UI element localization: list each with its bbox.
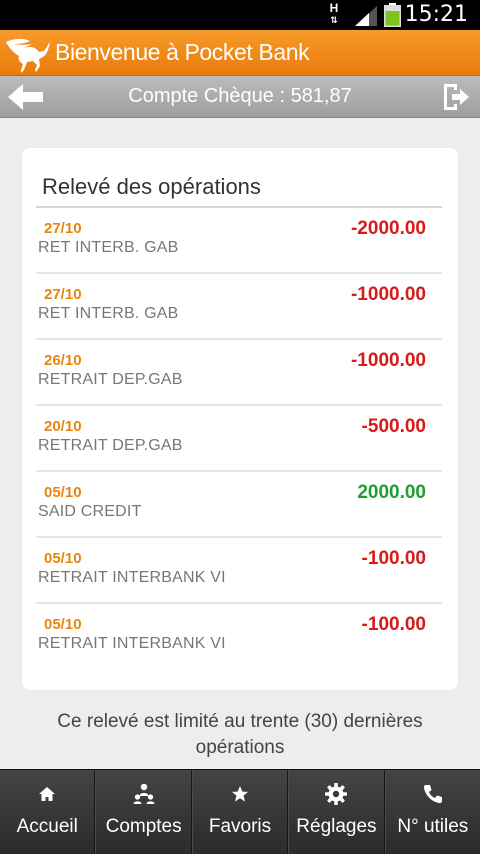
pegasus-logo-icon bbox=[6, 38, 50, 73]
operation-amount: -1000.00 bbox=[350, 350, 426, 371]
tab-label: N° utiles bbox=[397, 816, 469, 837]
tab-numeros-utiles[interactable]: N° utiles bbox=[384, 770, 480, 854]
bottom-tab-bar: Accueil Comptes Favoris Réglages N° util… bbox=[0, 769, 480, 854]
operation-label: RETRAIT INTERBANK VI bbox=[38, 635, 226, 652]
network-type-indicator: H ⇅ bbox=[329, 1, 339, 25]
tab-label: Accueil bbox=[16, 816, 78, 837]
tab-favoris[interactable]: Favoris bbox=[191, 770, 289, 854]
operation-amount: -100.00 bbox=[361, 614, 426, 635]
operation-amount: -500.00 bbox=[361, 416, 426, 437]
operation-date: 26/10 bbox=[44, 352, 82, 369]
clock: 15:21 bbox=[404, 2, 468, 27]
tab-label: Comptes bbox=[105, 816, 182, 837]
statement-heading: Relevé des opérations bbox=[42, 174, 261, 199]
app-title: Bienvenue à Pocket Bank bbox=[55, 39, 310, 65]
operation-label: RETRAIT INTERBANK VI bbox=[38, 569, 226, 586]
statement-card: Relevé des opérations 27/10 RET INTERB. G… bbox=[22, 148, 458, 690]
account-title: Compte Chèque : 581,87 bbox=[128, 85, 352, 107]
operation-row: 26/10 RETRAIT DEP.GAB -1000.00 bbox=[36, 340, 442, 406]
account-nav-bar: Compte Chèque : 581,87 bbox=[0, 76, 480, 118]
accounts-icon bbox=[133, 783, 155, 804]
operation-row: 27/10 RET INTERB. GAB -1000.00 bbox=[36, 274, 442, 340]
operation-label: RETRAIT DEP.GAB bbox=[38, 371, 183, 388]
operation-amount: -1000.00 bbox=[350, 284, 426, 305]
logout-icon[interactable] bbox=[442, 82, 470, 112]
statement-limit-notice: Ce relevé est limité au trente (30) dern… bbox=[57, 711, 423, 758]
operation-date: 20/10 bbox=[44, 418, 82, 435]
operation-row: 05/10 SAID CREDIT 2000.00 bbox=[36, 472, 442, 538]
status-bar: H ⇅ 15:21 bbox=[0, 0, 480, 30]
tab-comptes[interactable]: Comptes bbox=[95, 770, 192, 854]
operation-row: 05/10 RETRAIT INTERBANK VI -100.00 bbox=[36, 538, 442, 604]
operation-label: RET INTERB. GAB bbox=[38, 305, 179, 322]
operation-date: 05/10 bbox=[44, 550, 82, 567]
operation-date: 27/10 bbox=[44, 220, 82, 237]
home-icon bbox=[39, 787, 56, 801]
star-icon bbox=[232, 786, 249, 802]
signal-strength-icon bbox=[355, 6, 377, 26]
operation-amount: 2000.00 bbox=[357, 482, 426, 503]
operation-date: 05/10 bbox=[44, 616, 82, 633]
tab-reglages[interactable]: Réglages bbox=[288, 770, 385, 854]
operation-label: RETRAIT DEP.GAB bbox=[38, 437, 183, 454]
operation-amount: -2000.00 bbox=[350, 218, 426, 239]
operation-label: RET INTERB. GAB bbox=[38, 239, 179, 256]
operation-amount: -100.00 bbox=[361, 548, 426, 569]
tab-label: Réglages bbox=[296, 816, 377, 837]
operation-date: 27/10 bbox=[44, 286, 82, 303]
app-header: Bienvenue à Pocket Bank bbox=[0, 30, 480, 76]
gear-icon bbox=[325, 783, 348, 805]
operation-label: SAID CREDIT bbox=[38, 503, 142, 520]
operation-date: 05/10 bbox=[44, 484, 82, 501]
battery-icon bbox=[384, 3, 401, 27]
operation-row: 05/10 RETRAIT INTERBANK VI -100.00 bbox=[36, 604, 442, 670]
operations-list: 27/10 RET INTERB. GAB -2000.00 27/10 RET INT… bbox=[36, 208, 442, 670]
tab-accueil[interactable]: Accueil bbox=[0, 770, 96, 854]
tab-label: Favoris bbox=[208, 816, 272, 837]
phone-icon bbox=[423, 785, 442, 804]
operation-row: 27/10 RET INTERB. GAB -2000.00 bbox=[36, 208, 442, 274]
operation-row: 20/10 RETRAIT DEP.GAB -500.00 bbox=[36, 406, 442, 472]
